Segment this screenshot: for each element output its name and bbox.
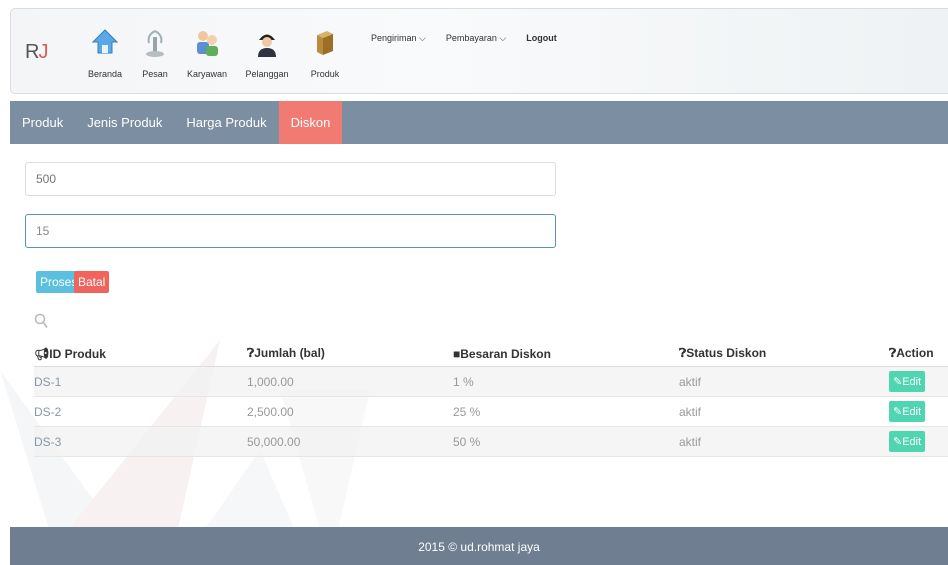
diskon-table: 📢︎ID Produk ❓︎Jumlah (bal) ■Besaran Disk… xyxy=(34,341,948,457)
cell-jumlah: 2,500.00 xyxy=(247,404,294,419)
icon-nav: Beranda Pesan Karyawan Pelanggan Produk xyxy=(77,27,353,79)
menu-pengiriman[interactable]: Pengiriman ⌵ xyxy=(371,33,426,44)
nav-pelanggan-label: Pelanggan xyxy=(245,69,289,79)
cell-jumlah: 1,000.00 xyxy=(247,374,294,389)
tab-harga-produk[interactable]: Harga Produk xyxy=(174,101,278,144)
cell-id-produk: DS-3 xyxy=(34,434,62,449)
nav-karyawan[interactable]: Karyawan xyxy=(177,27,237,79)
employees-icon xyxy=(197,31,218,56)
logout-link[interactable]: Logout xyxy=(526,33,557,44)
cell-status: aktif xyxy=(679,374,702,389)
tab-produk[interactable]: Produk xyxy=(10,101,75,144)
nav-produk[interactable]: Produk xyxy=(297,27,353,79)
customer-icon xyxy=(258,34,276,57)
page-footer: 2015 © ud.rohmat jaya xyxy=(10,527,948,565)
cell-action: ✎Edit xyxy=(889,401,948,422)
edit-button[interactable]: ✎Edit xyxy=(889,431,926,452)
nav-produk-label: Produk xyxy=(310,69,340,79)
header-jumlah[interactable]: ❓︎Jumlah (bal) xyxy=(247,346,453,361)
cell-besaran: 50 % xyxy=(453,434,481,449)
edit-label: Edit xyxy=(902,376,922,388)
tab-bar: Produk Jenis Produk Harga Produk Diskon xyxy=(10,101,948,144)
cell-action: ✎Edit xyxy=(889,431,948,452)
nav-beranda-label: Beranda xyxy=(87,69,123,79)
fountain-icon xyxy=(146,30,164,57)
header-besaran-text: Besaran Diskon xyxy=(460,346,551,361)
cell-jumlah: 50,000.00 xyxy=(247,434,301,449)
cell-id-produk: DS-2 xyxy=(34,404,62,419)
header-status-diskon[interactable]: ❓︎Status Diskon xyxy=(679,346,889,361)
edit-label: Edit xyxy=(902,436,922,448)
edit-label: Edit xyxy=(902,406,922,418)
tab-jenis-produk[interactable]: Jenis Produk xyxy=(75,101,174,144)
product-box-icon xyxy=(317,31,333,55)
app-header: RJ Beranda Pesan Karyawan Pelanggan Prod… xyxy=(10,8,948,94)
jumlah-input[interactable] xyxy=(25,162,556,196)
cell-status: aktif xyxy=(679,434,702,449)
cell-action: ✎Edit xyxy=(889,371,948,392)
table-row: DS-2 2,500.00 25 % aktif ✎Edit xyxy=(34,397,948,427)
megaphone-icon: 📢︎ xyxy=(34,346,50,361)
edit-button[interactable]: ✎Edit xyxy=(889,401,926,422)
header-action-text: Action xyxy=(896,346,934,360)
table-header: 📢︎ID Produk ❓︎Jumlah (bal) ■Besaran Disk… xyxy=(34,341,948,367)
cell-status: aktif xyxy=(679,404,702,419)
header-besaran-diskon[interactable]: ■Besaran Diskon xyxy=(453,347,679,361)
menu-pembayaran[interactable]: Pembayaran ⌵ xyxy=(446,33,506,44)
table-row: DS-3 50,000.00 50 % aktif ✎Edit xyxy=(34,427,948,457)
footer-text: 2015 © ud.rohmat jaya xyxy=(418,540,540,554)
nav-beranda[interactable]: Beranda xyxy=(77,27,133,79)
search-icon[interactable] xyxy=(34,313,48,334)
nav-pesan-label: Pesan xyxy=(142,69,168,79)
top-menu: Pengiriman ⌵ Pembayaran ⌵ Logout xyxy=(371,33,577,44)
nav-karyawan-label: Karyawan xyxy=(186,69,228,79)
diskon-input[interactable] xyxy=(25,214,556,248)
header-id-produk[interactable]: 📢︎ID Produk xyxy=(34,347,247,361)
header-id-produk-text: ID Produk xyxy=(49,346,106,361)
brand-logo[interactable]: RJ xyxy=(25,41,48,64)
cell-besaran: 25 % xyxy=(453,404,481,419)
brand-letter: R xyxy=(25,41,39,63)
header-action[interactable]: ❓︎Action xyxy=(889,346,948,361)
edit-button[interactable]: ✎Edit xyxy=(889,371,926,392)
home-icon xyxy=(91,29,119,54)
batal-button[interactable]: Batal xyxy=(74,271,110,293)
nav-pelanggan[interactable]: Pelanggan xyxy=(237,27,297,79)
brand-accent-letter: J xyxy=(38,41,48,63)
tab-diskon[interactable]: Diskon xyxy=(278,101,343,144)
nav-pesan[interactable]: Pesan xyxy=(133,27,177,79)
header-jumlah-text: Jumlah (bal) xyxy=(254,346,325,360)
table-row: DS-1 1,000.00 1 % aktif ✎Edit xyxy=(34,367,948,397)
header-status-text: Status Diskon xyxy=(686,346,767,360)
cell-id-produk: DS-1 xyxy=(34,374,62,389)
cell-besaran: 1 % xyxy=(453,374,474,389)
